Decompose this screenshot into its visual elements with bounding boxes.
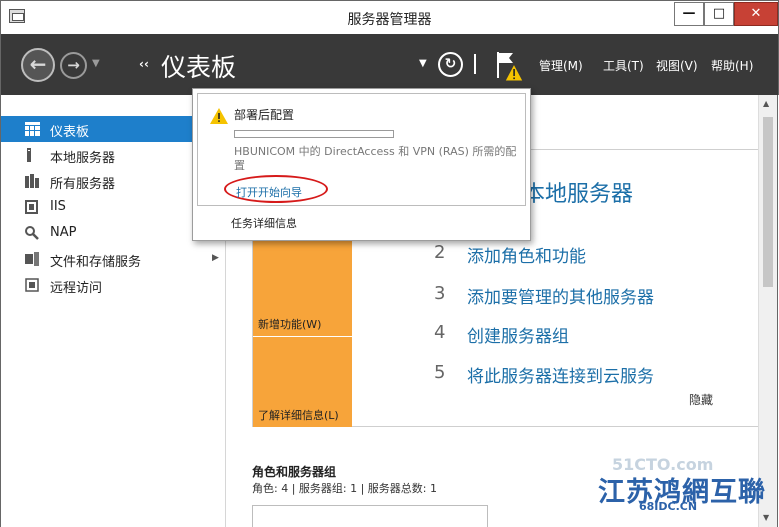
learn-more-tile[interactable]: 了解详细信息(L) (253, 337, 352, 427)
step-number: 4 (434, 322, 446, 343)
history-dropdown-icon[interactable]: ▼ (92, 58, 100, 69)
watermark-line3: 68IDC.CN (639, 500, 698, 513)
scroll-down-icon[interactable]: ▼ (763, 513, 769, 522)
scroll-up-icon[interactable]: ▲ (763, 99, 769, 108)
sidebar-item-label: IIS (50, 199, 66, 214)
step-create-group-link[interactable]: 创建服务器组 (467, 322, 569, 347)
local-server-icon (27, 148, 31, 162)
role-tile[interactable] (252, 505, 488, 527)
notification-title: 部署后配置 (234, 108, 295, 122)
dashboard-icon (25, 122, 40, 136)
sidebar-item-remote-access[interactable]: 远程访问 (1, 272, 226, 298)
forward-button[interactable]: → (60, 52, 87, 79)
step-add-servers-link[interactable]: 添加要管理的其他服务器 (467, 283, 654, 308)
roles-summary: 角色: 4 | 服务器组: 1 | 服务器总数: 1 (252, 482, 438, 495)
scroll-thumb[interactable] (763, 117, 773, 287)
step-number: 3 (434, 283, 446, 304)
open-wizard-link[interactable]: 打开开始向导 (236, 184, 302, 200)
vertical-scrollbar[interactable]: ▲ ▼ (758, 95, 778, 527)
breadcrumb-arrows-icon: ‹‹ (139, 57, 149, 71)
toolbar: ← → ▼ ‹‹ 仪表板 ▼ ↻ 管理(M) 工具(T) 视图(V) 帮助(H) (0, 34, 779, 95)
sidebar-item-file-storage[interactable]: 文件和存储服务 ▶ (1, 246, 226, 272)
nap-icon (25, 226, 39, 240)
menu-help[interactable]: 帮助(H) (711, 57, 753, 74)
menu-view[interactable]: 视图(V) (656, 57, 698, 74)
window-title: 服务器管理器 (347, 12, 432, 28)
roles-section-title: 角色和服务器组 (252, 465, 337, 479)
sidebar-item-label: 所有服务器 (50, 177, 116, 192)
breadcrumb-title: 仪表板 (161, 53, 237, 82)
notification-item: 部署后配置 HBUNICOM 中的 DirectAccess 和 VPN (RA… (197, 93, 526, 206)
remote-access-icon (25, 278, 39, 292)
title-bar: 服务器管理器 — □ ✕ (0, 0, 779, 34)
menu-tools[interactable]: 工具(T) (603, 57, 644, 74)
close-button[interactable]: ✕ (734, 2, 778, 26)
refresh-button[interactable]: ↻ (438, 52, 463, 77)
file-storage-icon (25, 252, 39, 266)
step-add-roles-link[interactable]: 添加角色和功能 (467, 242, 586, 267)
notification-popup: 部署后配置 HBUNICOM 中的 DirectAccess 和 VPN (RA… (192, 88, 531, 241)
toolbar-separator (474, 54, 476, 74)
step-connect-cloud-link[interactable]: 将此服务器连接到云服务 (467, 362, 654, 387)
task-details-link[interactable]: 任务详细信息 (231, 215, 297, 231)
menu-manage[interactable]: 管理(M) (539, 57, 583, 74)
all-servers-icon (25, 174, 39, 188)
step-number: 2 (434, 242, 446, 263)
sidebar-item-label: 本地服务器 (50, 151, 116, 166)
step-number: 5 (434, 362, 446, 383)
sidebar-item-label: 仪表板 (50, 125, 90, 140)
back-button[interactable]: ← (21, 48, 55, 82)
notification-message: HBUNICOM 中的 DirectAccess 和 VPN (RAS) 所需的… (234, 145, 517, 172)
notifications-flag-icon[interactable] (495, 50, 525, 84)
minimize-button[interactable]: — (674, 2, 704, 26)
sidebar-item-label: 远程访问 (50, 281, 103, 296)
iis-icon (25, 200, 38, 214)
hide-link[interactable]: 隐藏 (689, 391, 713, 408)
breadcrumb-dropdown-icon[interactable]: ▼ (419, 58, 427, 69)
expand-arrow-icon[interactable]: ▶ (212, 253, 219, 263)
sidebar-item-label: NAP (50, 225, 77, 240)
progress-bar (234, 130, 394, 138)
warning-icon (210, 108, 228, 124)
new-features-link[interactable]: 新增功能(W) (258, 316, 321, 332)
sidebar-item-label: 文件和存储服务 (50, 255, 142, 270)
learn-more-link[interactable]: 了解详细信息(L) (258, 407, 339, 423)
maximize-button[interactable]: □ (704, 2, 734, 26)
welcome-step-title[interactable]: 本地服务器 (523, 176, 633, 208)
